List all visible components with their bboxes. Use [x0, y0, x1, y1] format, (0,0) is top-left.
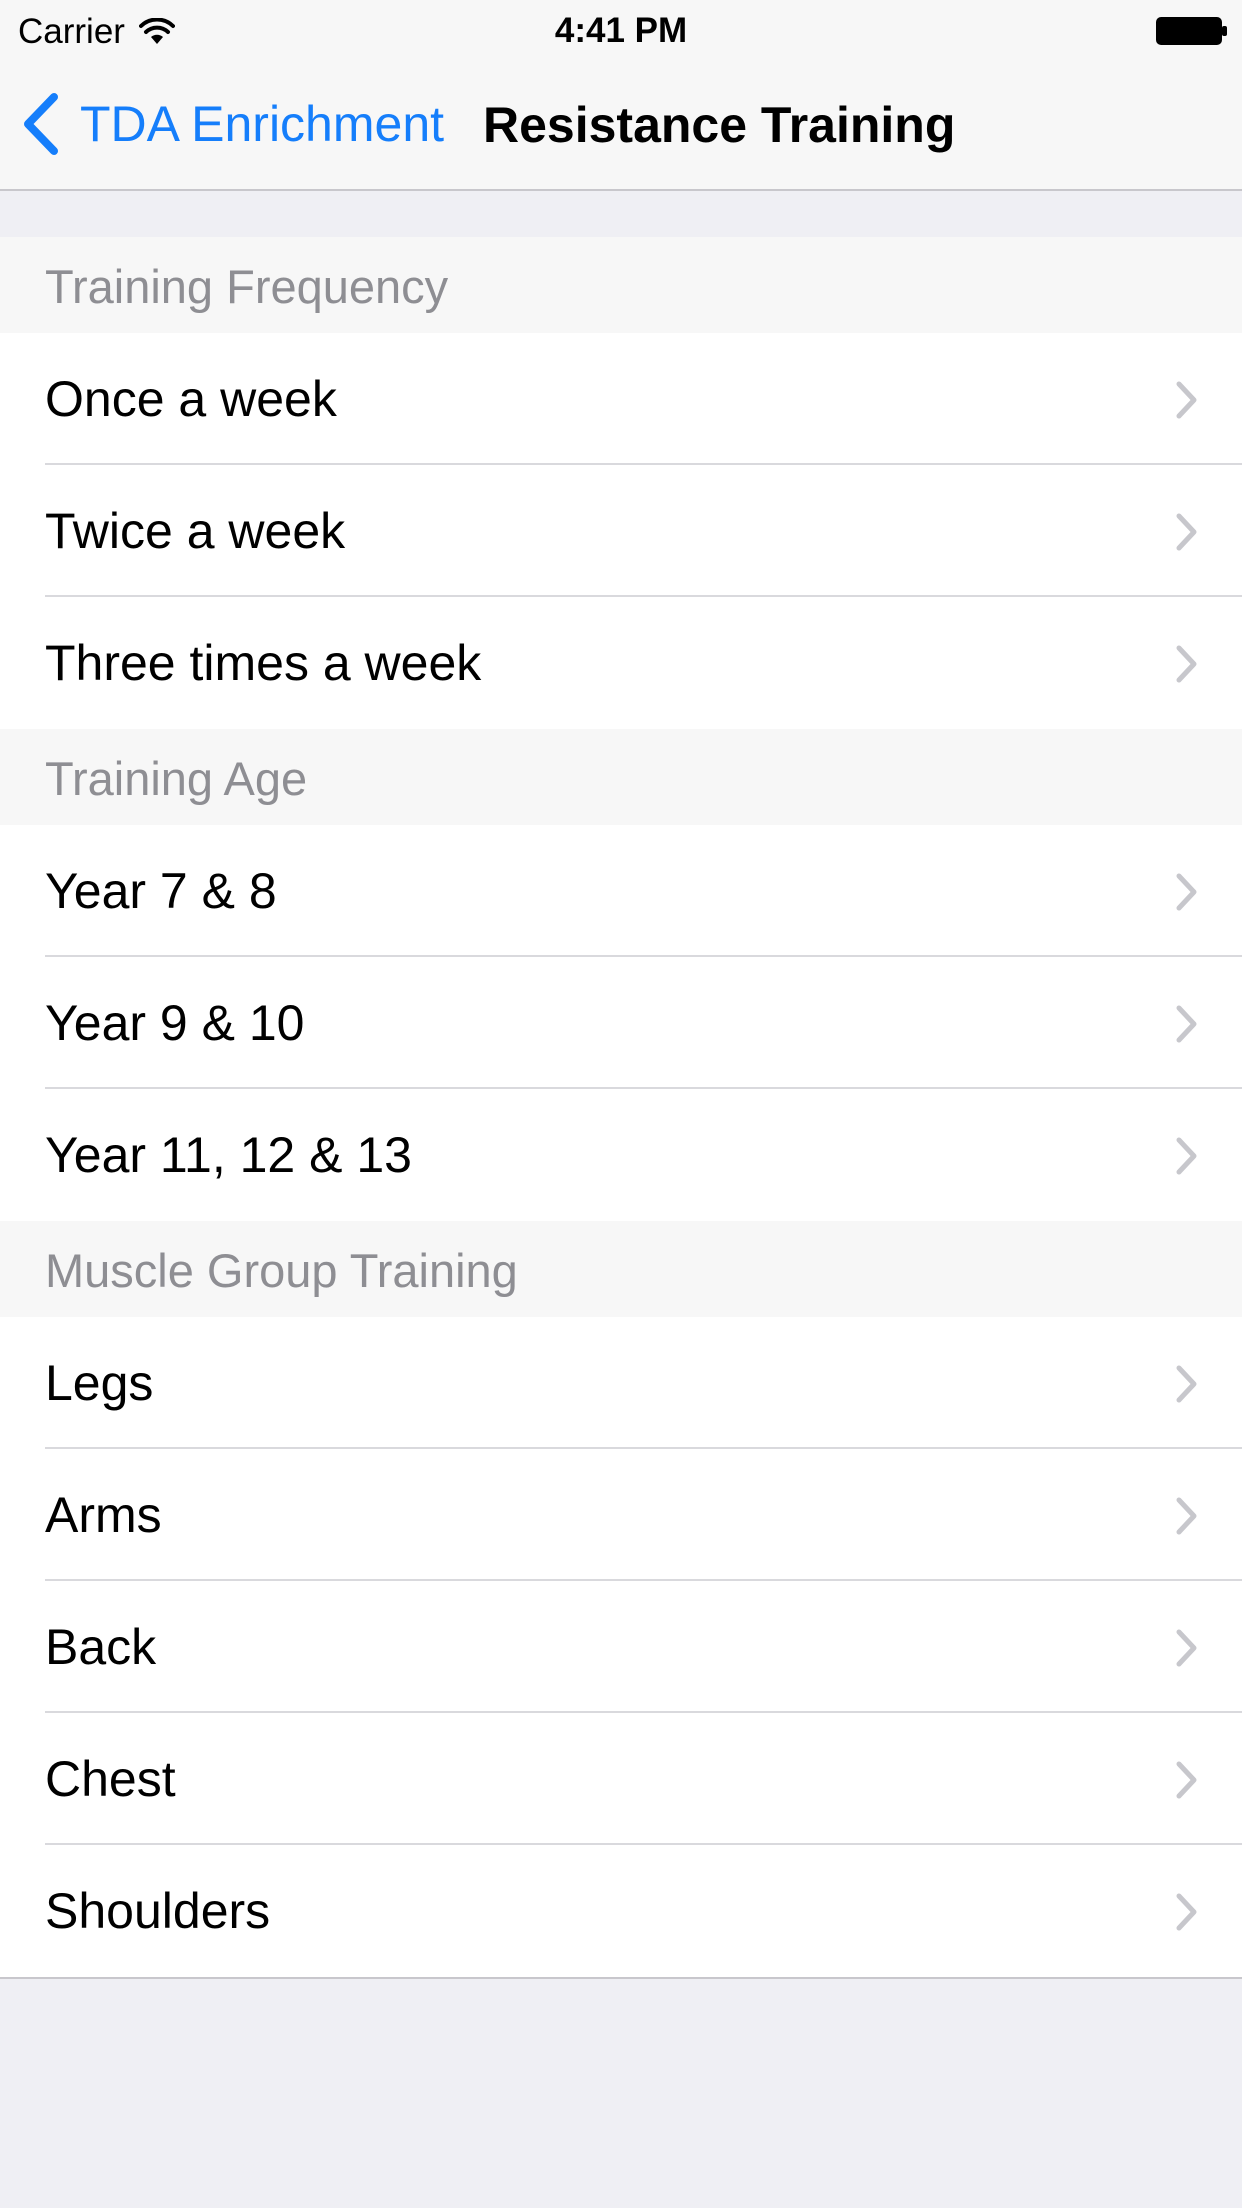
list-item-label: Legs: [45, 1355, 154, 1411]
section-muscle-group-training: Legs Arms Back Chest Shoulders: [0, 1317, 1242, 1977]
section-training-frequency: Once a week Twice a week Three times a w…: [0, 333, 1242, 729]
list-item-label: Three times a week: [45, 635, 482, 691]
list-item-label: Chest: [45, 1751, 176, 1807]
list-item-label: Shoulders: [45, 1883, 271, 1939]
list-item-label: Arms: [45, 1487, 162, 1543]
list-item-chest[interactable]: Chest: [0, 1713, 1242, 1845]
list-item-label: Once a week: [45, 371, 337, 427]
chevron-right-icon: [1176, 1629, 1197, 1667]
list-item-arms[interactable]: Arms: [0, 1449, 1242, 1581]
settings-table: Training Frequency Once a week Twice a w…: [0, 237, 1242, 1979]
chevron-right-icon: [1176, 1005, 1197, 1043]
list-item-label: Year 11, 12 & 13: [45, 1127, 412, 1183]
status-bar: Carrier 4:41 PM: [0, 0, 1242, 60]
chevron-right-icon: [1176, 513, 1197, 551]
chevron-right-icon: [1176, 1761, 1197, 1799]
section-header-muscle-group-training: Muscle Group Training: [0, 1221, 1242, 1317]
chevron-right-icon: [1176, 381, 1197, 419]
page-title: Resistance Training: [483, 97, 956, 153]
list-item-label: Year 7 & 8: [45, 863, 277, 919]
chevron-right-icon: [1176, 645, 1197, 683]
section-header-training-age: Training Age: [0, 729, 1242, 825]
chevron-left-icon: [24, 93, 58, 155]
list-item-year-11-12-13[interactable]: Year 11, 12 & 13: [0, 1089, 1242, 1221]
list-item-twice-a-week[interactable]: Twice a week: [0, 465, 1242, 597]
chevron-right-icon: [1176, 1137, 1197, 1175]
navigation-bar: TDA Enrichment Resistance Training: [0, 62, 1242, 190]
list-item-year-9-10[interactable]: Year 9 & 10: [0, 957, 1242, 1089]
back-button-label: TDA Enrichment: [80, 96, 445, 152]
chevron-right-icon: [1176, 1365, 1197, 1403]
list-item-back[interactable]: Back: [0, 1581, 1242, 1713]
list-item-label: Back: [45, 1619, 157, 1675]
battery-icon: [1156, 17, 1227, 45]
chevron-right-icon: [1176, 1893, 1197, 1931]
list-item-legs[interactable]: Legs: [0, 1317, 1242, 1449]
section-training-age: Year 7 & 8 Year 9 & 10 Year 11, 12 & 13: [0, 825, 1242, 1221]
chevron-right-icon: [1176, 1497, 1197, 1535]
top-bar: Carrier 4:41 PM TDA Enrichment Resistanc…: [0, 0, 1242, 191]
list-item-three-times-a-week[interactable]: Three times a week: [0, 597, 1242, 729]
list-item-once-a-week[interactable]: Once a week: [0, 333, 1242, 465]
list-item-label: Twice a week: [45, 503, 346, 559]
list-bottom-divider: [0, 1977, 1242, 1979]
back-button[interactable]: TDA Enrichment: [22, 93, 445, 155]
status-time: 4:41 PM: [554, 11, 688, 50]
section-header-training-frequency: Training Frequency: [0, 237, 1242, 333]
list-item-label: Year 9 & 10: [45, 995, 305, 1051]
list-item-year-7-8[interactable]: Year 7 & 8: [0, 825, 1242, 957]
list-item-shoulders[interactable]: Shoulders: [0, 1845, 1242, 1977]
chevron-right-icon: [1176, 873, 1197, 911]
